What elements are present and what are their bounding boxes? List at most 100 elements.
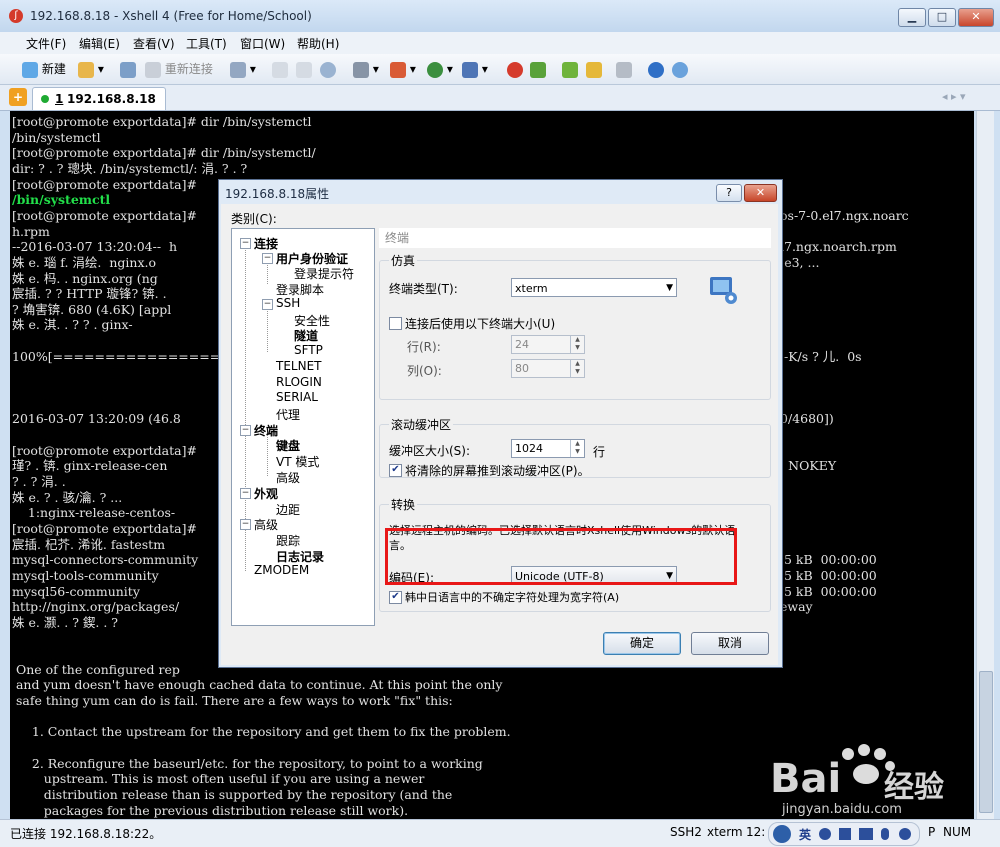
buffer-size-text: 缓冲区大小(S): [389,444,471,458]
push-to-scrollback-checkbox[interactable]: ✔ [389,464,402,477]
properties-dialog[interactable]: 192.168.8.18属性 ? ✕ 类别(C): 连接 − 用户身份验证 − 登录提示… [218,179,783,668]
terminal-line: [root@promote exportdata]# [12,520,197,536]
terminal-line: 宸插. 杞芥. 浠讹. fastestm [12,536,166,552]
minimize-button[interactable]: ▁ [898,8,926,27]
scrollback-group-title: 滚动缓冲区 [389,416,454,433]
tree-expander-icon[interactable]: − [262,299,273,310]
terminal-line: http://nginx.org/packages/ [12,599,180,615]
keyboard-button[interactable] [616,60,632,78]
tree-item-keyboard[interactable]: 键盘 [276,437,300,454]
tree-item-trace[interactable]: 跟踪 [276,532,300,549]
new-session-button[interactable]: 新建 [22,60,66,78]
spinner-arrows-icon: ▲ ▼ [570,360,584,377]
fullscreen-button[interactable] [562,60,578,78]
window-titlebar[interactable]: ʃ 192.168.8.18 - Xshell 4 (Free for Home… [0,0,1000,32]
tree-expander-icon[interactable]: − [240,425,251,436]
lock-button[interactable] [586,60,602,78]
dialog-close-button[interactable]: ✕ [744,184,777,202]
fullscreen-icon [562,61,578,78]
toolbar: 新建 ▾ 重新连接 ▾ ▾ ▾ ▾ ▾ [0,54,1000,85]
ime-punct-icon[interactable] [839,828,851,840]
ime-mic-icon[interactable] [881,828,889,840]
tab-nav-arrows[interactable]: ◂ ▸ ▾ [942,90,966,103]
paste-button[interactable] [296,60,312,78]
copy-button[interactable] [272,60,288,78]
ime-keyboard-icon[interactable] [859,828,873,840]
font-button[interactable]: ▾ [462,60,488,78]
tree-expander-icon[interactable]: − [262,253,273,264]
print-button[interactable]: ▾ [353,60,379,78]
properties-button[interactable]: ▾ [230,60,256,78]
terminal-line: [root@promote exportdata]# [12,207,197,223]
cjk-wide-char-checkbox[interactable]: ✔ [389,591,402,604]
window-title: 192.168.8.18 - Xshell 4 (Free for Home/S… [30,9,312,23]
ime-language[interactable]: 英 [799,826,811,843]
ime-moon-icon[interactable] [819,828,831,840]
terminal-line-right: 0/4680]) [780,411,834,427]
ime-settings-icon[interactable] [899,828,911,840]
close-button[interactable]: ✕ [958,8,994,27]
tree-item-serial[interactable]: SERIAL [276,390,318,404]
cancel-button[interactable]: 取消 [691,632,769,655]
tab-label: 192.168.8.18 [67,92,156,106]
tree-item-margin[interactable]: 边距 [276,501,300,518]
help-icon [648,61,664,78]
tree-item-prompt[interactable]: 登录提示符 [294,265,354,282]
xftp-button[interactable] [507,60,523,78]
tree-item-proxy[interactable]: 代理 [276,406,300,423]
open-folder-button[interactable]: ▾ [78,60,104,78]
tree-item-term[interactable]: 终端 [254,422,278,439]
terminal-line: mysql-connectors-community [12,552,199,568]
cols-spinner[interactable]: 80 ▲ ▼ [511,359,585,378]
transfer-button[interactable]: ▾ [390,60,416,78]
session-tab[interactable]: 1 192.168.8.18 [32,87,166,110]
help-button[interactable] [648,60,664,78]
menu-window[interactable]: 窗口(W) [240,35,285,52]
tree-item-sftp[interactable]: SFTP [294,343,323,357]
terminal-line: 姝 e. ? . 骇/瀹. ? ... [12,489,123,505]
terminal-line: h.rpm [12,223,50,239]
rows-value: 24 [515,338,529,351]
tree-item-conn[interactable]: 连接 [254,235,278,252]
buffer-size-value: 1024 [515,442,543,455]
connect-button[interactable] [120,60,136,78]
cjk-wide-char-label: 韩中日语言中的不确定字符处理为宽字符(A) [405,591,620,604]
menu-tools[interactable]: 工具(T) [186,35,227,52]
menu-help[interactable]: 帮助(H) [297,35,339,52]
terminal-type-select[interactable]: xterm ▼ [511,278,677,297]
tree-expander-icon[interactable]: − [240,488,251,499]
tree-expander-icon[interactable]: − [240,519,251,530]
conversion-group-title: 转换 [389,496,418,513]
tree-item-tunnel[interactable]: 隧道 [294,327,318,344]
tree-item-advanced1[interactable]: 高级 [276,469,300,486]
tree-item-rlogin[interactable]: RLOGIN [276,375,322,389]
tree-item-advanced2[interactable]: 高级 [254,516,278,533]
maximize-button[interactable]: □ [928,8,956,27]
new-session-label: 新建 [41,62,66,76]
category-tree[interactable]: 连接 − 用户身份验证 − 登录提示符 登录脚本 SSH − 安全性 隧道 SFTP TELNET RL… [231,228,375,626]
menu-file[interactable]: 文件(F) [26,35,66,52]
terminal-scrollbar[interactable] [976,111,994,819]
new-tab-button[interactable]: + [9,88,27,106]
tree-item-telnet[interactable]: TELNET [276,359,322,373]
terminal-line: upstream. This is most often useful if y… [12,771,425,787]
reconnect-button[interactable]: 重新连接 [145,60,213,78]
use-terminal-size-checkbox[interactable] [389,317,402,330]
menu-edit[interactable]: 编辑(E) [79,35,120,52]
menu-view[interactable]: 查看(V) [133,35,175,52]
ok-button[interactable]: 确定 [603,632,681,655]
tree-expander-icon[interactable]: − [240,238,251,249]
find-button[interactable] [320,60,336,78]
chat-button[interactable] [672,60,688,78]
rows-spinner[interactable]: 24 ▲ ▼ [511,335,585,354]
tree-item-ssh[interactable]: SSH [276,296,300,310]
dialog-help-button[interactable]: ? [716,184,742,202]
tree-item-zmodem[interactable]: ZMODEM [254,563,309,577]
tree-item-vt[interactable]: VT 模式 [276,453,319,470]
buffer-size-spinner[interactable]: 1024 ▲ ▼ [511,439,585,458]
globe-button[interactable]: ▾ [427,60,453,78]
connected-status-icon [41,95,49,103]
xmanager-button[interactable] [530,60,546,78]
tree-item-appearance[interactable]: 外观 [254,485,278,502]
ime-toolbar[interactable]: 英 [768,822,920,846]
